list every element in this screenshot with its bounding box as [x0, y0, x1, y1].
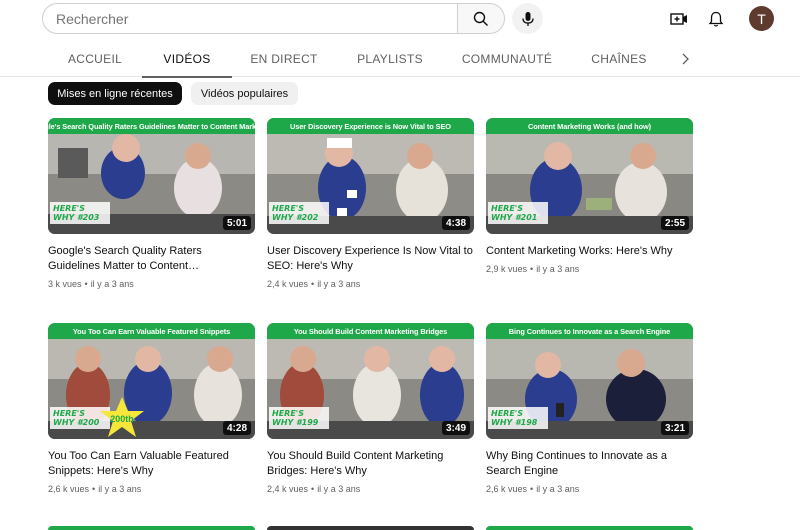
- tab-videos[interactable]: VIDÉOS: [142, 40, 232, 78]
- heres-why-logo: HERE'S WHY #201: [488, 202, 548, 224]
- heres-why-logo: HERE'S WHY #203: [50, 202, 110, 224]
- upload-age: il y a 3 ans: [98, 484, 142, 494]
- video-card[interactable]: You Should Build Content Marketing Bridg…: [267, 323, 474, 494]
- video-duration: 3:49: [441, 421, 470, 435]
- tab-playlists[interactable]: PLAYLISTS: [348, 40, 432, 77]
- video-thumbnail-partial[interactable]: [48, 526, 255, 530]
- video-duration: 4:28: [222, 421, 251, 435]
- avatar[interactable]: T: [749, 6, 774, 31]
- star-badge-text: 200th: [110, 414, 134, 424]
- video-thumbnail[interactable]: Content Marketing Works (and how) HERE'S…: [486, 118, 693, 234]
- view-count: 2,6 k vues: [486, 484, 528, 494]
- upload-age: il y a 3 ans: [317, 279, 361, 289]
- view-count: 2,4 k vues: [267, 484, 309, 494]
- video-thumbnail[interactable]: You Too Can Earn Valuable Featured Snipp…: [48, 323, 255, 439]
- bell-icon: [708, 11, 724, 27]
- video-duration: 5:01: [222, 216, 251, 230]
- star-badge-icon: 200th: [100, 397, 144, 437]
- chip-recent-uploads[interactable]: Mises en ligne récentes: [48, 82, 182, 105]
- thumbnail-banner: Bing Continues to Innovate as a Search E…: [486, 323, 693, 339]
- channel-tabs: ACCUEIL VIDÉOS EN DIRECT PLAYLISTS COMMU…: [0, 40, 800, 78]
- video-card[interactable]: Bing Continues to Innovate as a Search E…: [486, 323, 693, 494]
- video-title[interactable]: Why Bing Continues to Innovate as a Sear…: [486, 449, 693, 479]
- tab-en-direct[interactable]: EN DIRECT: [244, 40, 324, 77]
- view-count: 2,4 k vues: [267, 279, 309, 289]
- thumbnail-banner: You Too Can Earn Valuable Featured Snipp…: [48, 323, 255, 339]
- notifications-button[interactable]: [703, 6, 729, 32]
- thumbnail-banner: User Discovery Experience is Now Vital t…: [267, 118, 474, 134]
- video-thumbnail[interactable]: You Should Build Content Marketing Bridg…: [267, 323, 474, 439]
- thumbnail-banner: Google's Search Quality Raters Guideline…: [48, 118, 255, 134]
- video-title[interactable]: User Discovery Experience Is Now Vital t…: [267, 244, 474, 274]
- video-title[interactable]: You Should Build Content Marketing Bridg…: [267, 449, 474, 479]
- video-thumbnail-partial[interactable]: [267, 526, 474, 530]
- masthead: T: [0, 0, 800, 40]
- upload-age: il y a 3 ans: [317, 484, 361, 494]
- video-duration: 4:38: [441, 216, 470, 230]
- video-card[interactable]: Content Marketing Works (and how) HERE'S…: [486, 118, 693, 274]
- video-title[interactable]: Content Marketing Works: Here's Why: [486, 244, 693, 259]
- video-title[interactable]: You Too Can Earn Valuable Featured Snipp…: [48, 449, 255, 479]
- tab-chaines[interactable]: CHAÎNES: [582, 40, 656, 77]
- heres-why-logo: HERE'S WHY #202: [269, 202, 329, 224]
- upload-age: il y a 3 ans: [536, 264, 580, 274]
- video-thumbnail-partial[interactable]: [486, 526, 693, 530]
- video-meta: 2,6 k vues • il y a 3 ans: [486, 484, 580, 494]
- video-thumbnail[interactable]: Bing Continues to Innovate as a Search E…: [486, 323, 693, 439]
- video-card[interactable]: Google's Search Quality Raters Guideline…: [48, 118, 255, 289]
- view-count: 3 k vues: [48, 279, 82, 289]
- video-card[interactable]: You Too Can Earn Valuable Featured Snipp…: [48, 323, 255, 494]
- search-button[interactable]: [457, 3, 505, 34]
- video-meta: 2,4 k vues • il y a 3 ans: [267, 279, 361, 289]
- search-icon: [473, 11, 488, 26]
- video-thumbnail[interactable]: User Discovery Experience is Now Vital t…: [267, 118, 474, 234]
- upload-age: il y a 3 ans: [90, 279, 134, 289]
- search-box[interactable]: [42, 3, 457, 34]
- upload-age: il y a 3 ans: [536, 484, 580, 494]
- view-count: 2,9 k vues: [486, 264, 528, 274]
- heres-why-logo: HERE'S WHY #198: [488, 407, 548, 429]
- chevron-right-icon: [682, 53, 689, 64]
- video-title[interactable]: Google's Search Quality Raters Guideline…: [48, 244, 255, 274]
- video-meta: 2,4 k vues • il y a 3 ans: [267, 484, 361, 494]
- create-button[interactable]: [666, 6, 692, 32]
- search-input[interactable]: [43, 4, 457, 33]
- heres-why-logo: HERE'S WHY #199: [269, 407, 329, 429]
- video-meta: 2,9 k vues • il y a 3 ans: [486, 264, 580, 274]
- chip-popular-videos[interactable]: Vidéos populaires: [191, 82, 298, 105]
- video-meta: 3 k vues • il y a 3 ans: [48, 279, 134, 289]
- video-duration: 2:55: [660, 216, 689, 230]
- video-meta: 2,6 k vues • il y a 3 ans: [48, 484, 142, 494]
- create-video-icon: [670, 13, 687, 25]
- mic-icon: [521, 11, 534, 26]
- tab-communaute[interactable]: COMMUNAUTÉ: [458, 40, 556, 77]
- voice-search-button[interactable]: [512, 3, 543, 34]
- video-duration: 3:21: [660, 421, 689, 435]
- thumbnail-banner: Content Marketing Works (and how): [486, 118, 693, 134]
- tabs-scroll-right-button[interactable]: [675, 40, 695, 77]
- view-count: 2,6 k vues: [48, 484, 90, 494]
- thumbnail-banner: You Should Build Content Marketing Bridg…: [267, 323, 474, 339]
- tab-accueil[interactable]: ACCUEIL: [58, 40, 132, 77]
- video-thumbnail[interactable]: Google's Search Quality Raters Guideline…: [48, 118, 255, 234]
- video-card[interactable]: User Discovery Experience is Now Vital t…: [267, 118, 474, 289]
